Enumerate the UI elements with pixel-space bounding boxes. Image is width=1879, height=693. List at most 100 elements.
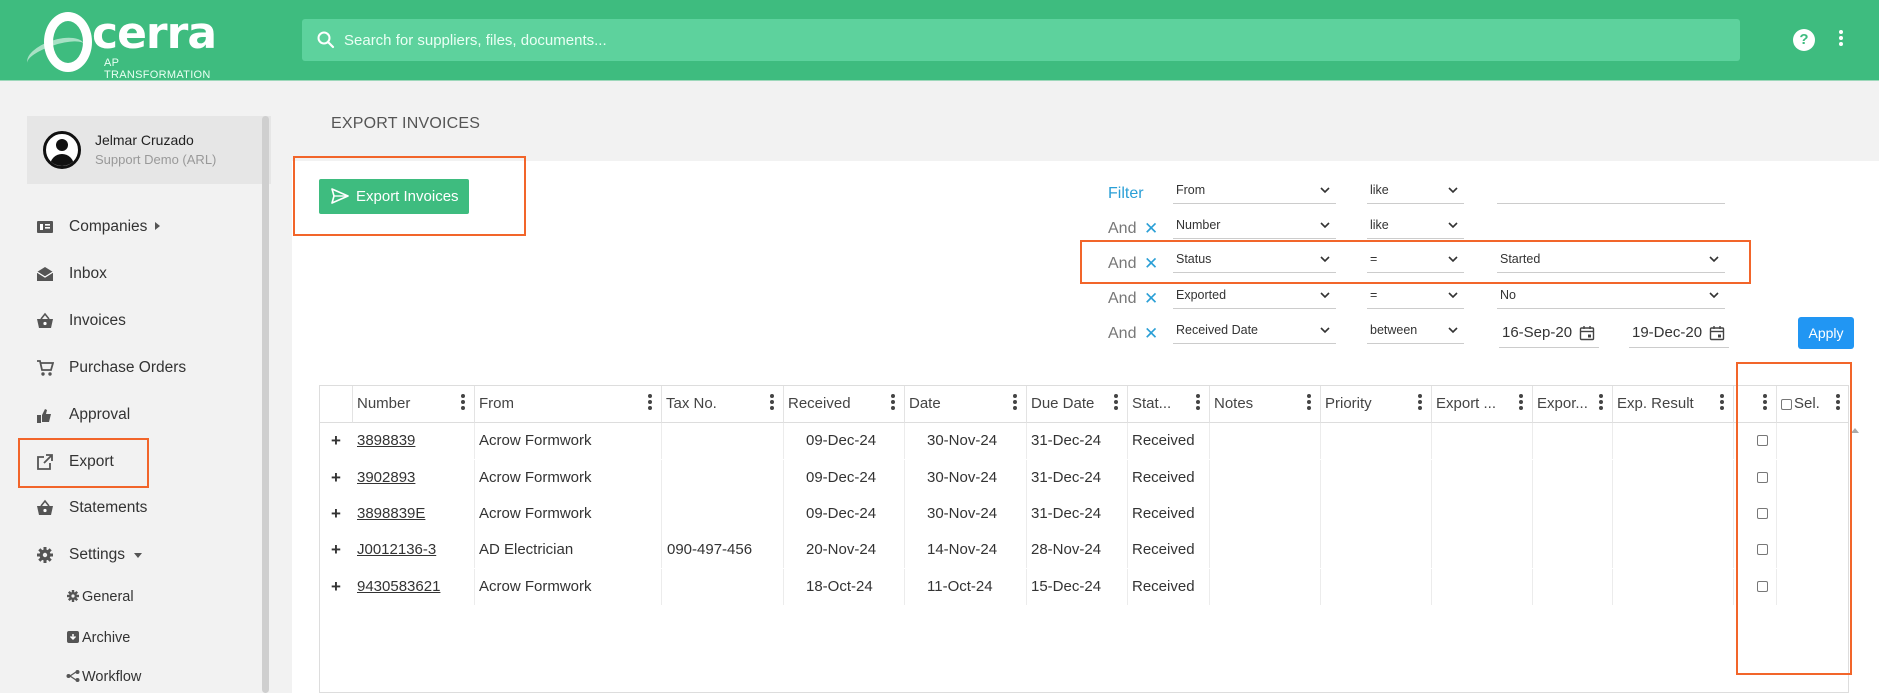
column-spacer[interactable]	[1734, 386, 1777, 423]
filter-value-select[interactable]: Started	[1497, 247, 1725, 273]
column-menu-icon[interactable]	[1012, 392, 1018, 412]
filter-value-input[interactable]	[1497, 178, 1725, 204]
filter-field-select[interactable]: Status	[1173, 247, 1336, 273]
sidebar-item-statements[interactable]: Statements	[0, 490, 255, 526]
column-from[interactable]: From	[475, 386, 662, 423]
cell-number[interactable]: 3902893	[353, 460, 475, 496]
column-menu-icon[interactable]	[647, 392, 653, 412]
column-menu-icon[interactable]	[1719, 392, 1725, 412]
cell-text[interactable]: 9430583621	[357, 578, 440, 595]
expand-row-icon[interactable]: +	[331, 577, 341, 597]
remove-filter-icon[interactable]: ✕	[1144, 325, 1158, 342]
cell-number[interactable]: 3898839	[353, 423, 475, 459]
column-notes[interactable]: Notes	[1210, 386, 1321, 423]
column-exported[interactable]: Expor...	[1533, 386, 1613, 423]
column-due-date[interactable]: Due Date	[1027, 386, 1128, 423]
cell-number[interactable]: 3898839E	[353, 496, 475, 532]
column-menu-icon[interactable]	[890, 392, 896, 412]
filter-operator-select[interactable]: between	[1367, 318, 1464, 344]
cell-text[interactable]: 3898839	[357, 432, 415, 449]
filter-operator-select[interactable]: =	[1367, 283, 1464, 309]
row-select-checkbox[interactable]	[1757, 581, 1768, 592]
expand-row-icon[interactable]: +	[331, 468, 341, 488]
expand-row-icon[interactable]: +	[331, 540, 341, 560]
column-menu-icon[interactable]	[1598, 392, 1604, 412]
column-menu-icon[interactable]	[1835, 392, 1841, 412]
column-menu-icon[interactable]	[1195, 392, 1201, 412]
invoice-number-link[interactable]: J0012136-3	[357, 541, 436, 558]
sidebar-item-approval[interactable]: Approval	[0, 397, 255, 433]
invoice-number-link[interactable]: 9430583621	[357, 578, 440, 595]
table-row[interactable]: + J0012136-3 AD Electrician 090-497-456 20-N…	[320, 532, 1848, 568]
more-menu-icon[interactable]	[1838, 28, 1844, 52]
row-select-checkbox[interactable]	[1757, 472, 1768, 483]
sidebar-item-inbox[interactable]: Inbox	[0, 256, 255, 292]
invoice-number-link[interactable]: 3898839	[357, 432, 415, 449]
expand-row-icon[interactable]: +	[331, 504, 341, 524]
filter-operator-select[interactable]: like	[1367, 178, 1464, 204]
column-menu-icon[interactable]	[1113, 392, 1119, 412]
column-menu-icon[interactable]	[1417, 392, 1423, 412]
filter-field-select[interactable]: Number	[1173, 213, 1336, 239]
remove-filter-icon[interactable]: ✕	[1144, 290, 1158, 307]
help-icon[interactable]: ?	[1793, 29, 1815, 51]
filter-field-select[interactable]: From	[1173, 178, 1336, 204]
column-menu-icon[interactable]	[460, 392, 466, 412]
cell-number[interactable]: J0012136-3	[353, 532, 475, 568]
column-number[interactable]: Number	[353, 386, 475, 423]
column-received[interactable]: Received	[784, 386, 905, 423]
filter-value-select[interactable]: No	[1497, 283, 1725, 309]
column-menu-icon[interactable]	[769, 392, 775, 412]
column-menu-icon[interactable]	[1762, 392, 1768, 412]
filter-field-select[interactable]: Exported	[1173, 283, 1336, 309]
cell-text[interactable]: J0012136-3	[357, 541, 436, 558]
table-row[interactable]: +9430583621 Acrow Formwork 18-Oct-24 11-Oct…	[320, 569, 1848, 605]
column-exp-result[interactable]: Exp. Result	[1613, 386, 1734, 423]
row-select-checkbox[interactable]	[1757, 508, 1768, 519]
remove-filter-icon[interactable]: ✕	[1144, 255, 1158, 272]
filter-operator-select[interactable]: =	[1367, 247, 1464, 273]
column-export[interactable]: Export ...	[1432, 386, 1533, 423]
search-input[interactable]	[344, 19, 1724, 61]
cerra-logo[interactable]: cerra AP TRANSFORMATION	[23, 8, 226, 81]
row-select-checkbox[interactable]	[1757, 544, 1768, 555]
select-all-checkbox[interactable]	[1781, 399, 1792, 410]
cell-number[interactable]: 9430583621	[353, 569, 475, 605]
cell-text: 30-Nov-24	[927, 469, 998, 486]
expand-row-icon[interactable]: +	[331, 431, 341, 451]
invoice-number-link[interactable]: 3902893	[357, 469, 415, 486]
cell-text[interactable]: 3898839E	[357, 505, 425, 522]
table-row[interactable]: +3898839E Acrow Formwork 09-Dec-24 30-Nov-2…	[320, 496, 1848, 532]
column-tax-no[interactable]: Tax No.	[662, 386, 784, 423]
column-status[interactable]: Stat...	[1128, 386, 1210, 423]
global-search[interactable]	[302, 19, 1740, 61]
cell-text[interactable]: 3902893	[357, 469, 415, 486]
column-priority[interactable]: Priority	[1321, 386, 1432, 423]
date-from-input[interactable]: 16-Sep-20	[1499, 318, 1599, 348]
filter-operator-select[interactable]: like	[1367, 213, 1464, 239]
row-select-checkbox[interactable]	[1757, 435, 1768, 446]
column-date[interactable]: Date	[905, 386, 1027, 423]
sidebar-item-companies[interactable]: Companies	[0, 209, 255, 245]
remove-filter-icon[interactable]: ✕	[1144, 220, 1158, 237]
user-card[interactable]: Jelmar Cruzado Support Demo (ARL)	[27, 116, 271, 184]
calendar-icon[interactable]	[1709, 325, 1725, 341]
column-select[interactable]: Sel.	[1777, 386, 1848, 423]
table-row[interactable]: +3902893 Acrow Formwork 09-Dec-24 30-Nov-24…	[320, 460, 1848, 496]
filter-field-select[interactable]: Received Date	[1173, 318, 1336, 344]
cell-empty	[1210, 496, 1321, 532]
export-invoices-button[interactable]: Export Invoices	[319, 179, 469, 214]
table-row[interactable]: +3898839 Acrow Formwork 09-Dec-24 30-Nov-24…	[320, 423, 1848, 459]
sidebar-item-export[interactable]: Export	[0, 444, 255, 480]
calendar-icon[interactable]	[1579, 325, 1595, 341]
scroll-up-icon[interactable]	[1851, 428, 1859, 433]
column-menu-icon[interactable]	[1518, 392, 1524, 412]
sidebar-item-settings[interactable]: Settings	[0, 537, 255, 573]
date-to-input[interactable]: 19-Dec-20	[1629, 318, 1729, 348]
column-menu-icon[interactable]	[1306, 392, 1312, 412]
sidebar-item-invoices[interactable]: Invoices	[0, 303, 255, 339]
apply-button[interactable]: Apply	[1798, 317, 1854, 349]
sidebar-item-purchase-orders[interactable]: Purchase Orders	[0, 350, 255, 386]
sidebar-scrollbar[interactable]	[262, 116, 269, 693]
invoice-number-link[interactable]: 3898839E	[357, 505, 425, 522]
